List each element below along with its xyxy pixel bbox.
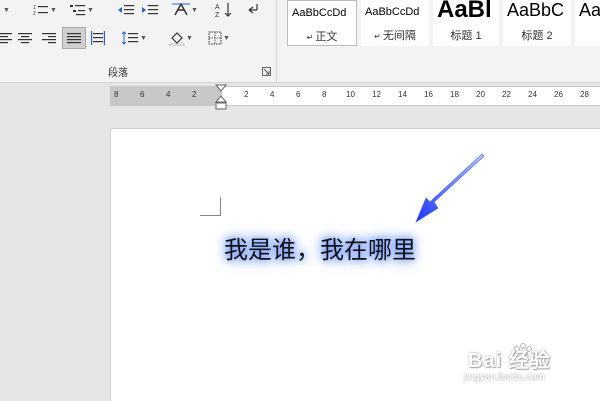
numbering-icon: 12 [33, 5, 49, 17]
align-center-icon [18, 33, 32, 44]
watermark-brand: Bai 经验 [468, 350, 551, 372]
style-sample: AaBbCcDd [365, 6, 420, 18]
ruler-number: 16 [424, 90, 433, 99]
borders-icon [208, 31, 222, 45]
paragraph-mark-icon [248, 4, 258, 14]
distributed-button[interactable] [88, 28, 108, 48]
ruler-number: 8 [114, 90, 119, 99]
baidu-jingyan-watermark: Bai 经验 jingyan.baidu.com [458, 332, 598, 388]
style-heading-2[interactable]: AaBbC 标题 2 [503, 0, 571, 46]
align-left-button[interactable] [0, 28, 12, 48]
svg-text:2: 2 [33, 11, 36, 17]
ruler-number: 8 [322, 90, 327, 99]
ruler-number: 6 [296, 90, 301, 99]
ruler-number: 24 [528, 90, 537, 99]
justify-button[interactable] [62, 27, 86, 49]
return-mark-icon: ↵ [306, 33, 314, 42]
multilevel-list-icon [70, 5, 86, 16]
align-right-button[interactable] [40, 28, 58, 48]
sort-icon: AZ [215, 3, 232, 18]
paint-bucket-icon [169, 32, 185, 46]
increase-indent-icon [142, 5, 158, 15]
ruler-number: 26 [554, 90, 563, 99]
svg-text:Z: Z [215, 12, 220, 18]
ruler-number: 2 [244, 90, 249, 99]
multilevel-list-button[interactable]: ▼ [64, 0, 100, 20]
document-text[interactable]: 我是谁，我在哪里 [224, 230, 416, 265]
watermark-url: jingyan.baidu.com [464, 372, 545, 383]
ruler-number: 4 [270, 90, 275, 99]
shading-button[interactable]: ▼ [164, 28, 198, 48]
styles-gallery: AaBbCcDd ↵ 正文 AaBbCcDd ↵ 无间隔 AaBl 标题 1 AaB… [285, 0, 600, 60]
sort-button[interactable]: AZ [212, 0, 236, 20]
align-left-icon [0, 33, 12, 44]
style-heading-1[interactable]: AaBl 标题 1 [433, 0, 499, 46]
ruler-number: 6 [140, 90, 145, 99]
numbering-button[interactable]: 1 2 ▼ [28, 0, 62, 20]
svg-text:A: A [215, 4, 220, 11]
paragraph-group-label: 段落 [108, 68, 128, 79]
style-normal[interactable]: AaBbCcDd ↵ 正文 [287, 0, 357, 46]
annotation-arrow-icon [415, 153, 485, 223]
line-spacing-icon [121, 31, 139, 45]
ruler-number: 4 [166, 90, 171, 99]
ruler-number: 10 [346, 90, 355, 99]
paragraph-group: ▼ 1 2 ▼ ▼ ▼ AZ ▼ ▼ ▼ 段落 [0, 0, 277, 82]
ruler-number: 14 [398, 90, 407, 99]
align-center-button[interactable] [16, 28, 34, 48]
dialog-launcher-icon[interactable] [262, 67, 271, 76]
style-no-spacing[interactable]: AaBbCcDd ↵ 无间隔 [361, 0, 429, 46]
horizontal-ruler[interactable]: 8 6 4 2 2 4 6 8 10 12 14 16 18 20 22 24 … [110, 86, 600, 106]
show-marks-button[interactable] [244, 0, 266, 20]
chinese-layout-icon [172, 3, 191, 16]
indent-marker-icon[interactable] [214, 84, 228, 112]
ruler-number: 18 [450, 90, 459, 99]
decrease-indent-icon [118, 5, 134, 15]
style-name: 标题 2 [521, 30, 553, 42]
ribbon: ▼ 1 2 ▼ ▼ ▼ AZ ▼ ▼ ▼ 段落 AaBbCcDd ↵ 正文 Aa… [0, 0, 600, 83]
style-sample: AaBbCcDd [292, 7, 347, 19]
align-right-icon [42, 33, 56, 44]
distributed-icon [91, 31, 105, 45]
bullets-dropdown-button[interactable]: ▼ [0, 0, 12, 20]
style-name: 正文 [315, 31, 338, 43]
ruler-number: 22 [502, 90, 511, 99]
ruler-number: 20 [476, 90, 485, 99]
line-spacing-button[interactable]: ▼ [118, 28, 150, 48]
ruler-number: 12 [372, 90, 381, 99]
chinese-layout-button[interactable]: ▼ [168, 0, 202, 20]
style-title[interactable]: Aa [575, 0, 600, 46]
return-mark-icon: ↵ [374, 32, 381, 41]
style-name: 标题 1 [450, 30, 482, 42]
ruler-number: 2 [192, 90, 197, 99]
style-sample: AaBbC [507, 0, 565, 20]
borders-button[interactable]: ▼ [202, 28, 236, 48]
style-name: 无间隔 [382, 30, 416, 42]
style-sample: AaBl [437, 0, 492, 23]
ruler-number: 28 [580, 90, 589, 99]
justify-icon [67, 33, 81, 44]
style-sample: Aa [579, 0, 600, 20]
margin-corner-mark [200, 197, 221, 216]
decrease-indent-button[interactable] [115, 0, 137, 20]
increase-indent-button[interactable] [139, 0, 161, 20]
